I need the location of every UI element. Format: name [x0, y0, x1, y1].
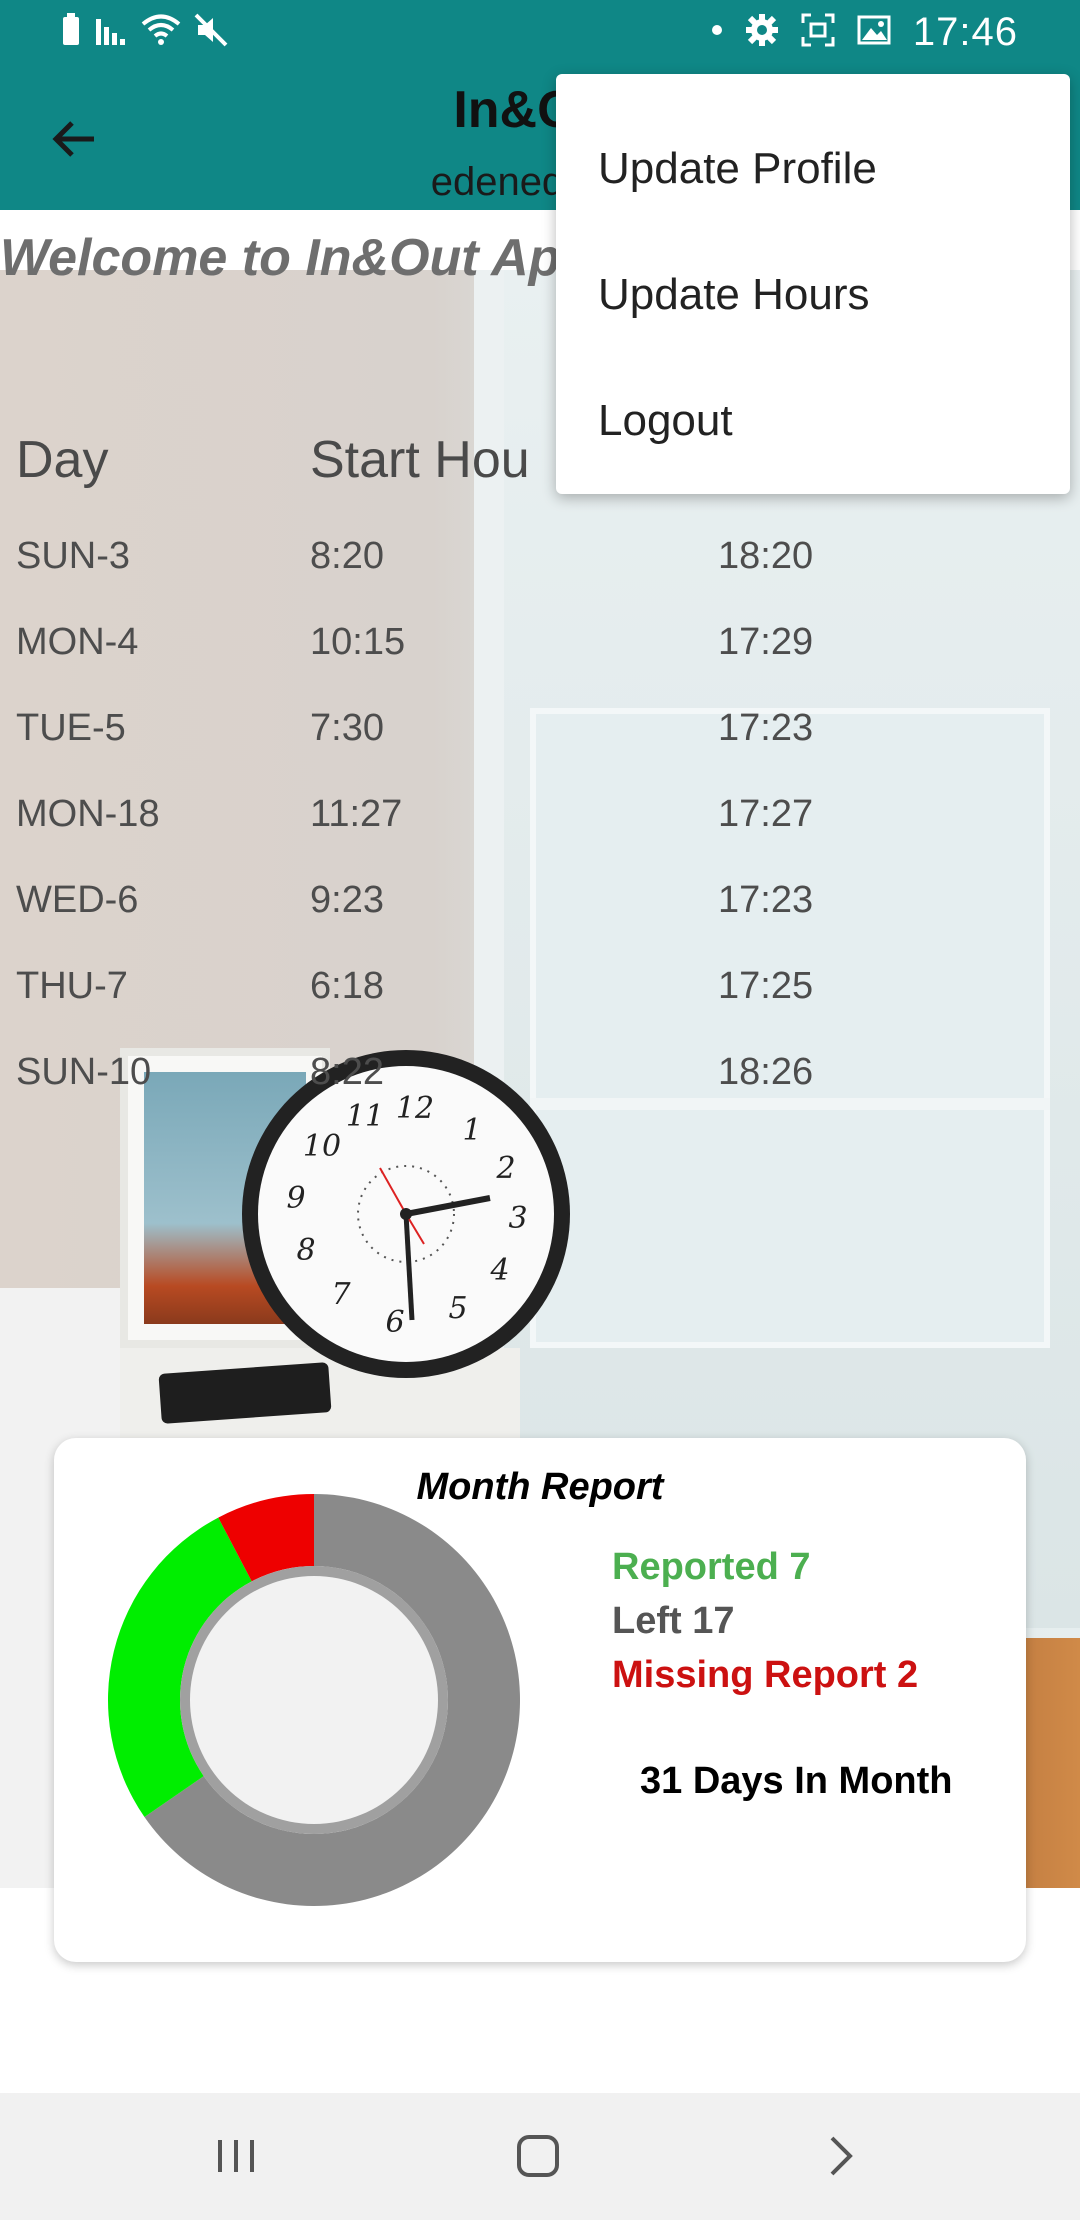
cell-start: 10:15 [310, 621, 406, 663]
column-header-day: Day [16, 431, 109, 489]
svg-text:2: 2 [495, 1151, 515, 1186]
cell-day: MON-4 [16, 621, 139, 663]
svg-text:7: 7 [331, 1277, 351, 1312]
svg-text:4: 4 [489, 1253, 509, 1288]
cell-start: 8:20 [310, 535, 384, 577]
cell-end: 18:26 [718, 1051, 814, 1093]
cell-end: 17:23 [718, 707, 814, 749]
column-header-start: Start Hou [310, 431, 530, 489]
cell-start: 6:18 [310, 965, 384, 1007]
back-chevron-icon [830, 2136, 853, 2176]
cell-start: 9:23 [310, 879, 384, 921]
cell-day: SUN-10 [16, 1051, 152, 1093]
donut-hole [190, 1576, 438, 1824]
home-button[interactable] [488, 2121, 588, 2191]
svg-text:6: 6 [385, 1305, 404, 1340]
screenshot-icon [801, 13, 835, 52]
recents-button[interactable] [186, 2121, 286, 2191]
battery-icon [60, 12, 82, 52]
svg-text:5: 5 [448, 1291, 467, 1326]
settings-icon [745, 13, 779, 52]
status-time: 17:46 [912, 9, 1018, 54]
menu-item-logout[interactable]: Logout [556, 358, 1070, 484]
cell-start: 11:27 [310, 793, 403, 835]
svg-text:1: 1 [462, 1113, 481, 1148]
status-left-icons [60, 12, 230, 52]
cell-end: 17:29 [718, 621, 814, 663]
status-bar: 17:46 [0, 0, 1080, 62]
overflow-menu: Update Profile Update Hours Logout [556, 74, 1070, 494]
legend-left: Left 17 [612, 1600, 735, 1642]
cell-day: MON-18 [16, 793, 160, 835]
cell-end: 18:20 [718, 535, 814, 577]
wifi-icon [140, 13, 182, 52]
cell-day: SUN-3 [16, 535, 131, 577]
wall-clock-image: 12 1 2 3 4 5 6 7 8 9 10 11 [240, 1048, 572, 1380]
system-nav-bar [0, 2093, 1080, 2220]
dot-icon [711, 23, 723, 41]
home-icon [517, 2135, 559, 2177]
svg-text:3: 3 [508, 1201, 527, 1236]
cell-end: 17:27 [718, 793, 814, 835]
cell-day: THU-7 [16, 965, 128, 1007]
month-report-donut-chart [108, 1494, 521, 1906]
signal-icon [94, 13, 128, 52]
svg-text:8: 8 [296, 1233, 315, 1268]
cell-day: WED-6 [16, 879, 139, 921]
legend-missing: Missing Report 2 [612, 1654, 919, 1696]
cell-end: 17:23 [718, 879, 814, 921]
menu-item-update-profile[interactable]: Update Profile [556, 106, 1070, 232]
mute-icon [194, 13, 230, 52]
cell-end: 17:25 [718, 965, 814, 1007]
svg-text:9: 9 [286, 1181, 305, 1216]
svg-text:11: 11 [346, 1099, 384, 1134]
cell-start: 8:22 [310, 1051, 384, 1093]
status-right-icons: 17:46 [711, 8, 1018, 56]
svg-text:10: 10 [303, 1129, 341, 1164]
month-report-card: Month Report Reported 7 Left 17 Missing … [54, 1438, 1026, 1962]
welcome-text: Welcome to In&Out Ap [0, 229, 561, 287]
svg-text:12: 12 [396, 1091, 434, 1126]
menu-item-update-hours[interactable]: Update Hours [556, 232, 1070, 358]
cell-start: 7:30 [310, 707, 384, 749]
cell-day: TUE-5 [16, 707, 126, 749]
days-in-month: 31 Days In Month [640, 1760, 953, 1802]
legend-reported: Reported 7 [612, 1546, 811, 1588]
recents-icon [218, 2140, 254, 2172]
gallery-icon [857, 13, 891, 52]
back-nav-button[interactable] [790, 2121, 890, 2191]
